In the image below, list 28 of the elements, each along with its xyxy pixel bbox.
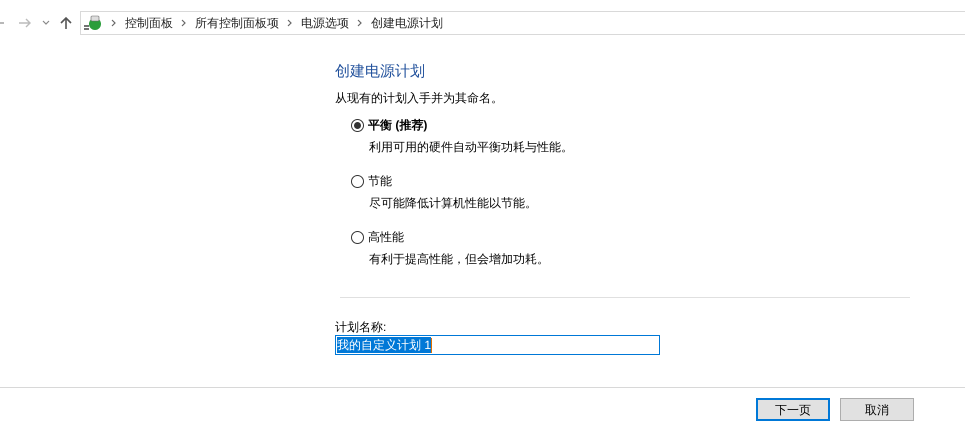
page-title: 创建电源计划 [335,62,426,82]
plan-description: 利用可用的硬件自动平衡功耗与性能。 [368,139,574,155]
breadcrumb-item[interactable]: 所有控制面板项 [195,14,279,32]
chevron-icon [357,19,363,27]
dropdown-caret-icon[interactable] [42,20,50,26]
breadcrumb-item[interactable]: 电源选项 [301,14,349,32]
intro-text: 从现有的计划入手并为其命名。 [335,90,504,106]
address-bar[interactable]: 控制面板 所有控制面板项 电源选项 创建电源计划 [80,11,965,35]
plan-label[interactable]: 节能 [368,172,392,190]
power-plug-icon [83,14,103,32]
plan-description: 尽可能降低计算机性能以节能。 [368,195,538,211]
radio-button[interactable] [351,174,364,188]
breadcrumb-item[interactable]: 控制面板 [125,14,173,32]
selected-text: 我的自定义计划 1 [337,337,432,353]
chevron-icon [111,19,117,27]
plan-description: 有利于提高性能，但会增加功耗。 [368,251,550,267]
next-button[interactable]: 下一页 [756,398,830,421]
breadcrumb-item[interactable]: 创建电源计划 [371,14,443,32]
plan-name-field[interactable]: 我的自定义计划 1 [335,335,660,355]
chevron-icon [287,19,293,27]
radio-button[interactable] [351,118,364,132]
up-arrow-icon[interactable] [60,16,72,30]
plan-label[interactable]: 平衡 (推荐) [368,116,428,134]
plan-label[interactable]: 高性能 [368,228,404,246]
radio-button[interactable] [351,230,364,244]
chevron-icon [181,19,187,27]
cancel-button[interactable]: 取消 [840,398,914,421]
field-label: 计划名称: [335,319,388,335]
